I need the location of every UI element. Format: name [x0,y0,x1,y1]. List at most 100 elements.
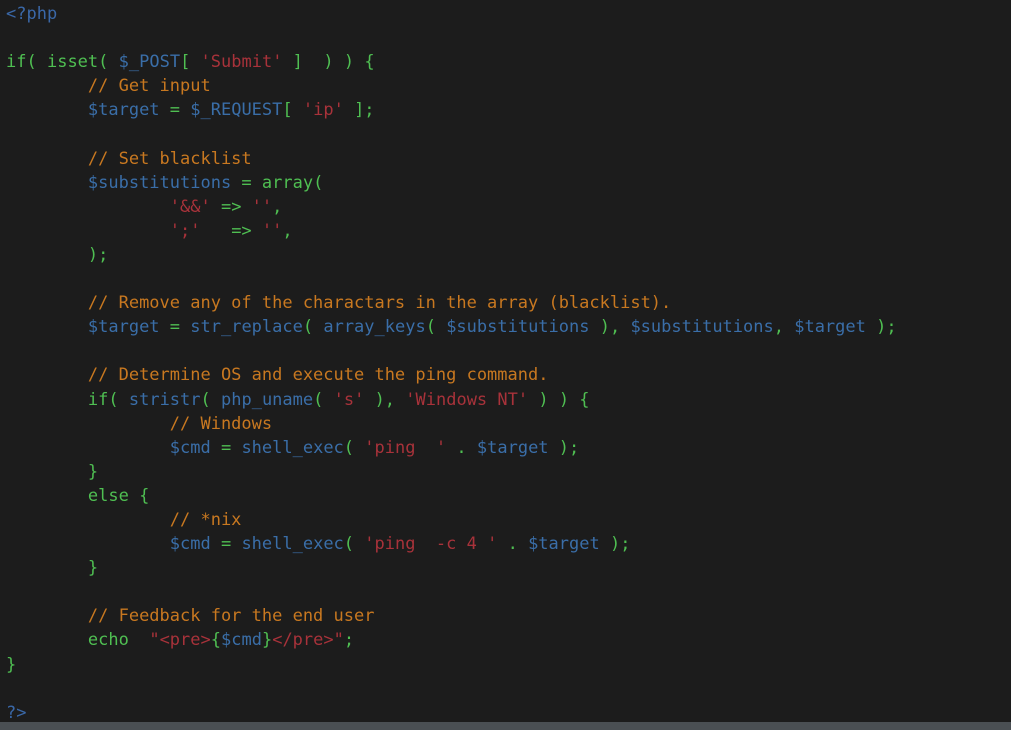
code-token-cmt: // Get input [87,76,211,97]
code-token-pun: ( [200,389,221,410]
code-token-tag: <?php [6,4,58,24]
bottom-status-bar [0,722,1011,730]
code-token-pun: = [159,100,191,121]
code-line: // Feedback for the end user [6,604,1011,628]
code-line: ​ [6,26,1011,50]
code-line: } [6,653,1011,677]
code-token-kw: if [87,389,109,410]
code-token-kw: else [87,485,129,506]
code-line: ​ [6,267,1011,291]
code-token-cmt: // Remove any of the charactars in the a… [87,293,672,314]
code-token-var: $_POST [118,52,181,73]
code-token-pun: ] [282,52,303,73]
code-token-str: 'ping -c 4 ' [364,534,498,555]
code-token-pun: ( [425,317,447,338]
code-line: ​ [6,677,1011,701]
code-token-var: shell_exec [241,534,344,555]
code-token-kw: array [261,172,314,193]
code-token-pun: => [210,196,252,217]
code-line: ​ [6,580,1011,604]
code-line: <?php [6,2,1011,26]
code-token-pun: ); [548,437,580,458]
code-token-var: $target [794,317,866,338]
code-line: // Get input [6,74,1011,98]
code-token-var: $substitutions [87,172,232,193]
code-line: ); [6,243,1011,267]
code-line: ​ [6,339,1011,363]
code-line: '&&' => '', [6,195,1011,219]
code-token-pun: ( [343,437,365,458]
code-token-pun: [ [180,52,201,73]
code-token-var: $target [87,317,160,338]
code-token-pun: ); [599,534,631,555]
code-line: $target = $_REQUEST[ 'ip' ]; [6,98,1011,122]
code-token-cmt: // Determine OS and execute the ping com… [87,365,549,386]
code-token-pun: = [210,437,242,458]
code-line: // Windows [6,412,1011,436]
code-token-pun: ( [313,172,324,193]
code-token-var: $target [476,437,549,458]
code-token-tag: ?> [6,702,27,723]
code-token-var: stristr [128,389,201,410]
code-token-pun: ; [343,630,355,651]
code-token-kw: echo [87,630,129,651]
code-token-pun: ]; [343,100,375,121]
code-token-pun: [ [282,100,303,121]
code-token-var: $substitutions [446,317,590,338]
code-token-var: php_uname [221,389,314,410]
code-token-str: ';' [169,220,201,241]
code-token-str: 'ip' [302,100,344,121]
code-token-kw: if [6,52,27,73]
code-token-str: 'Windows NT' [405,389,529,410]
code-line: } [6,556,1011,580]
code-token-pun: } [87,558,99,579]
code-block[interactable]: <?php​if( isset( $_POST[ 'Submit' ] ) ) … [0,0,1011,725]
code-token-var: shell_exec [241,437,344,458]
code-token-pun: = [210,534,242,555]
code-line: $target = str_replace( array_keys( $subs… [6,315,1011,339]
code-token-var: $cmd [221,630,262,651]
code-token-pun: ) ) { [302,52,375,73]
code-line: else { [6,484,1011,508]
code-token-pun: { [128,485,150,506]
code-token-pun: { [210,630,221,651]
code-token-cmt: // *nix [169,509,242,530]
code-token-pun: ( [98,52,119,73]
code-token-pun: ), [364,389,406,410]
code-token-pun: ( [343,534,365,555]
code-line: if( stristr( php_uname( 's' ), 'Windows … [6,388,1011,412]
code-line: $cmd = shell_exec( 'ping ' . $target ); [6,436,1011,460]
code-token-var: str_replace [190,317,303,338]
code-token-pun: } [261,630,273,651]
code-token-cmt: // Feedback for the end user [87,606,375,627]
code-token-str: '' [251,196,273,217]
code-line: // Determine OS and execute the ping com… [6,363,1011,387]
code-token-str: </pre>" [272,630,344,651]
code-token-pun: = [159,317,191,338]
code-token-pun: = [231,172,262,193]
code-token-var: $cmd [169,534,211,555]
code-token-pun: } [87,461,99,482]
code-token-var: $target [87,100,160,121]
code-line: // Set blacklist [6,147,1011,171]
code-line: } [6,460,1011,484]
code-token-cmt: // Windows [169,413,273,434]
code-line: if( isset( $_POST[ 'Submit' ] ) ) { [6,50,1011,74]
code-line: ​ [6,122,1011,146]
